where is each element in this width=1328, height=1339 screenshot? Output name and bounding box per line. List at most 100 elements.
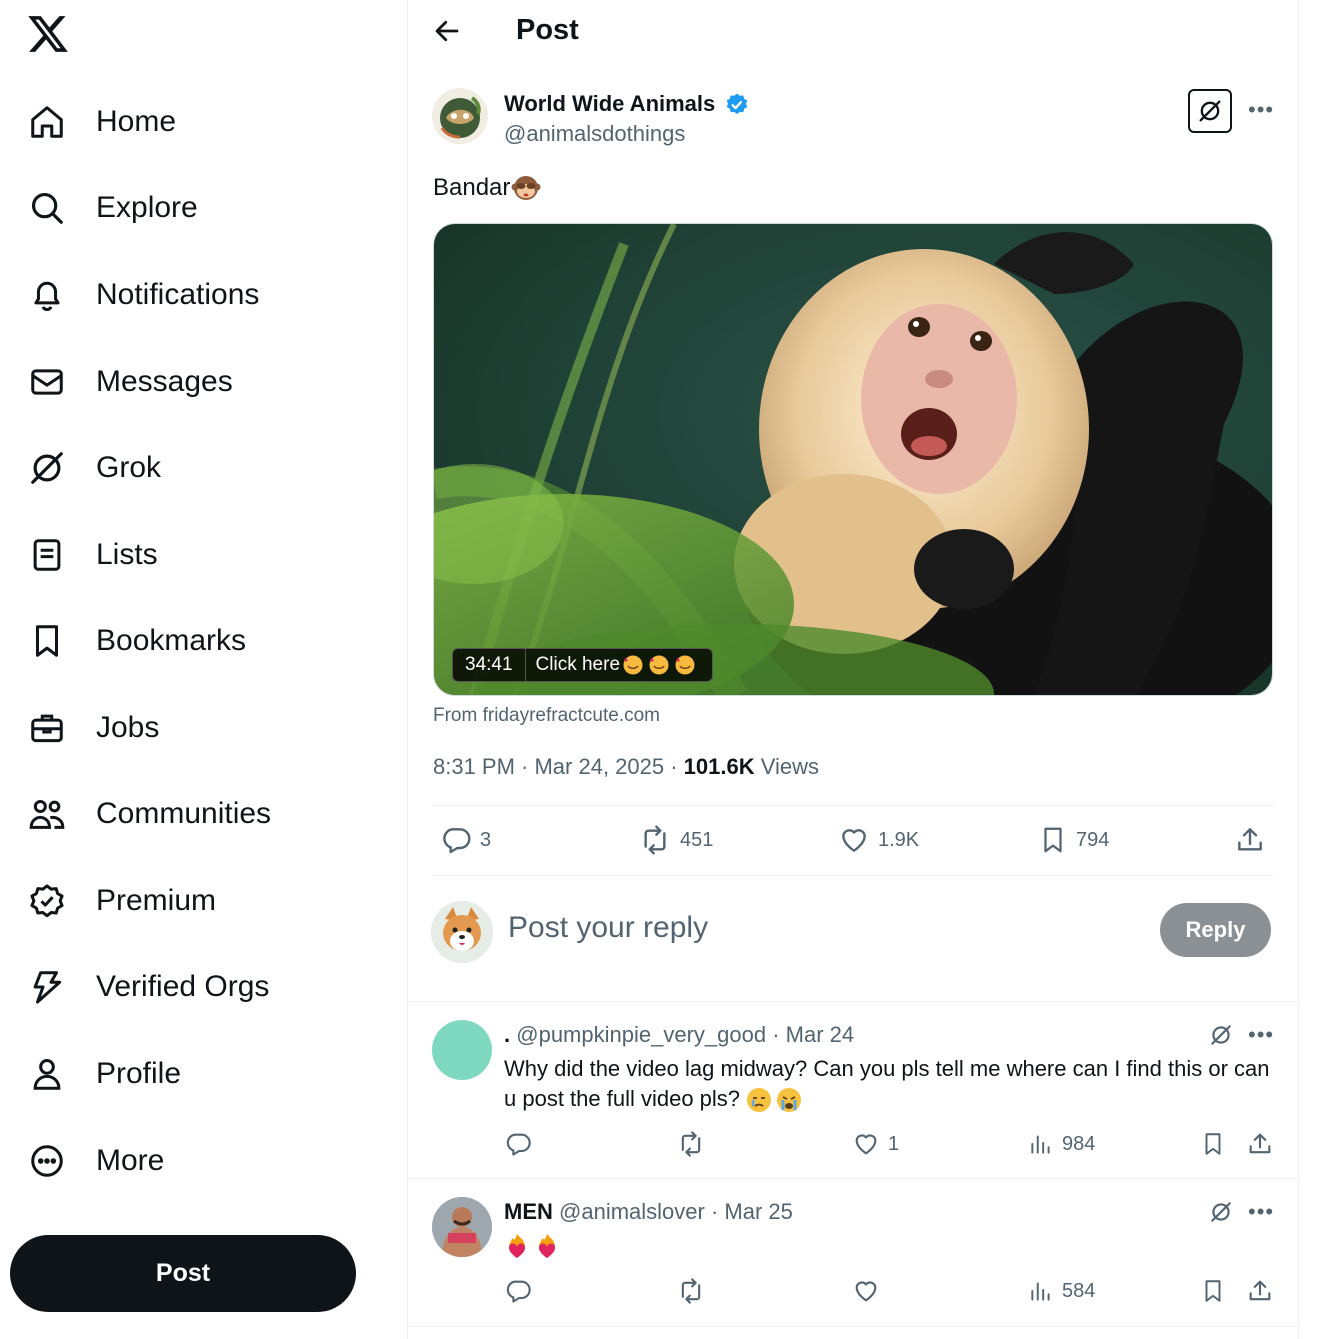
sidebar-item-notifications[interactable]: Notifications: [24, 267, 259, 323]
divider: [408, 1326, 1298, 1327]
sidebar-item-premium[interactable]: Premium: [24, 873, 216, 929]
sidebar-item-lists[interactable]: Lists: [24, 527, 158, 583]
sidebar-item-bookmarks[interactable]: Bookmarks: [24, 613, 246, 669]
repost-icon: [644, 825, 666, 855]
comment-views-action[interactable]: 584: [1028, 1277, 1095, 1305]
like-action[interactable]: 1.9K: [838, 824, 919, 856]
click-here-link[interactable]: Click here: [526, 649, 712, 681]
sidebar-item-jobs[interactable]: Jobs: [24, 700, 159, 756]
views-label: Views: [754, 754, 820, 779]
share-icon: [1249, 1133, 1271, 1154]
post-text-content: Bandar: [433, 174, 511, 201]
sidebar-item-messages[interactable]: Messages: [24, 354, 233, 410]
comment-repost-action[interactable]: [676, 1130, 714, 1158]
sidebar-item-grok[interactable]: Grok: [24, 440, 161, 496]
video-overlay[interactable]: 34:41 Click here: [452, 648, 714, 682]
briefcase-icon: [24, 705, 70, 751]
more-circle-icon: [24, 1138, 70, 1184]
commenter-avatar[interactable]: [432, 1197, 492, 1257]
comment-like-count: 1: [888, 1132, 900, 1155]
reply-input[interactable]: Post your reply: [508, 911, 708, 945]
comment-like-action[interactable]: [852, 1277, 888, 1305]
more-options-icon[interactable]: •••: [1248, 1022, 1274, 1048]
crying-face-emoji-icon: [747, 1088, 802, 1113]
post-video[interactable]: 34:41 Click here: [433, 223, 1273, 696]
grok-icon[interactable]: [1208, 1022, 1234, 1048]
bookmark-action[interactable]: 794: [1038, 824, 1109, 856]
bookmark-icon: [1044, 827, 1062, 853]
heart-on-fire-emoji-icon: [508, 1234, 556, 1258]
sidebar-item-label: Home: [96, 105, 177, 138]
reply-bubble-icon: [506, 1280, 531, 1303]
commenter-name[interactable]: .: [504, 1022, 510, 1047]
heart-icon: [855, 1281, 877, 1302]
envelope-icon: [24, 359, 70, 405]
author-handle[interactable]: @animalsdothings: [504, 121, 685, 147]
comment-text: Why did the video lag midway? Can you pl…: [504, 1054, 1274, 1114]
grok-explain-button[interactable]: [1188, 89, 1232, 133]
x-logo-icon[interactable]: [26, 12, 70, 56]
post-text: Bandar: [433, 172, 542, 204]
media-source-link[interactable]: From fridayrefractcute.com: [433, 705, 660, 727]
grok-icon: [24, 445, 70, 491]
comment-bookmark-action[interactable]: [1200, 1277, 1226, 1305]
reply-button[interactable]: Reply: [1160, 903, 1271, 957]
commenter-avatar[interactable]: [432, 1020, 492, 1080]
comment-reply-action[interactable]: [504, 1277, 540, 1305]
author-name[interactable]: World Wide Animals: [504, 91, 715, 117]
bell-icon: [24, 272, 70, 318]
comment-repost-action[interactable]: [676, 1277, 714, 1305]
user-avatar[interactable]: [431, 901, 493, 963]
sidebar-item-explore[interactable]: Explore: [24, 180, 198, 236]
sidebar-item-label: Premium: [96, 884, 217, 917]
comment-date[interactable]: · Mar 24: [772, 1022, 854, 1047]
comment-bookmark-action[interactable]: [1200, 1130, 1226, 1158]
sidebar-item-label: Messages: [96, 365, 233, 398]
click-here-label: Click here: [535, 654, 621, 675]
author-avatar[interactable]: [432, 88, 488, 144]
commenter-handle[interactable]: @pumpkinpie_very_good: [516, 1022, 766, 1047]
back-arrow-icon[interactable]: [432, 14, 466, 48]
reply-action[interactable]: 3: [440, 824, 491, 856]
verified-badge-icon: [24, 878, 70, 924]
commenter-handle[interactable]: @animalslover: [559, 1199, 705, 1224]
sidebar-item-more[interactable]: More: [24, 1133, 164, 1189]
heart-icon: [842, 829, 866, 852]
share-icon: [1249, 1280, 1271, 1301]
comment-item[interactable]: . @pumpkinpie_very_good · Mar 24 ••• Why…: [408, 1002, 1298, 1178]
comment-like-action[interactable]: 1: [852, 1130, 899, 1158]
see-no-evil-monkey-icon: [511, 176, 541, 200]
comment-date[interactable]: · Mar 25: [711, 1199, 793, 1224]
repost-action[interactable]: 451: [638, 824, 713, 856]
sidebar-item-profile[interactable]: Profile: [24, 1046, 181, 1102]
share-action[interactable]: [1234, 824, 1266, 856]
comment-text-content: Why did the video lag midway? Can you pl…: [504, 1056, 1270, 1111]
sidebar-item-label: Grok: [96, 451, 162, 484]
sidebar-item-label: Verified Orgs: [96, 970, 270, 1003]
video-thumbnail-monkey: [434, 224, 1272, 695]
post-button[interactable]: Post: [10, 1235, 356, 1312]
grok-icon[interactable]: [1208, 1199, 1234, 1225]
comment-share-action[interactable]: [1246, 1277, 1274, 1305]
sidebar-item-verified-orgs[interactable]: Verified Orgs: [24, 959, 269, 1015]
comment-reply-action[interactable]: [504, 1130, 540, 1158]
repost-icon: [681, 1131, 701, 1157]
comment-view-count: 584: [1062, 1279, 1096, 1302]
commenter-name[interactable]: MEN: [504, 1199, 553, 1224]
divider: [432, 805, 1274, 806]
more-options-icon[interactable]: •••: [1248, 97, 1274, 123]
verified-check-icon: [724, 92, 750, 118]
reply-bubble-icon: [506, 1133, 531, 1156]
comment-item[interactable]: MEN @animalslover · Mar 25 ••• 584: [408, 1179, 1298, 1327]
sidebar-item-home[interactable]: Home: [24, 94, 176, 150]
post-meta: 8:31 PM · Mar 24, 2025 · 101.6K Views: [433, 754, 819, 780]
comment-share-action[interactable]: [1246, 1130, 1274, 1158]
comment-views-action[interactable]: 984: [1028, 1130, 1095, 1158]
sidebar-item-communities[interactable]: Communities: [24, 786, 271, 842]
more-options-icon[interactable]: •••: [1248, 1199, 1274, 1225]
share-icon: [1238, 828, 1262, 851]
post-timestamp[interactable]: 8:31 PM · Mar 24, 2025 ·: [433, 754, 684, 779]
bookmark-icon: [1205, 1280, 1221, 1302]
reply-count: 3: [480, 828, 492, 851]
analytics-icon: [1031, 1135, 1050, 1154]
